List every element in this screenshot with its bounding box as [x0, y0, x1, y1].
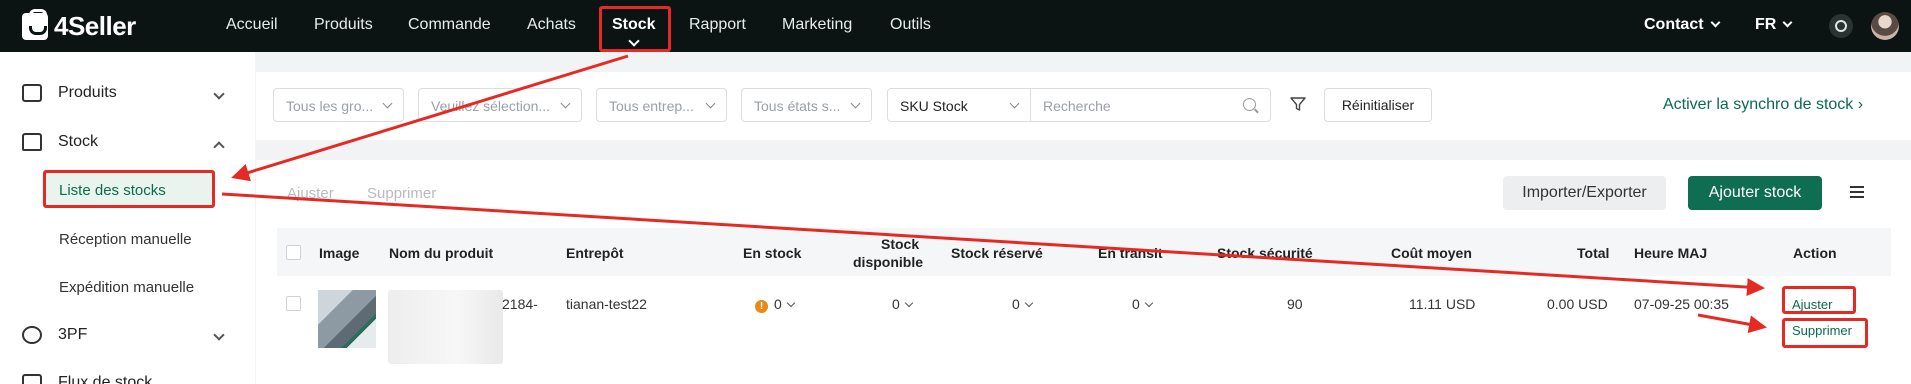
- arrow-to-stock-list: [231, 54, 629, 182]
- arrow-to-delete: [1697, 313, 1767, 334]
- arrow-to-adjust: [221, 192, 1765, 297]
- annotation-arrows: [221, 54, 1767, 334]
